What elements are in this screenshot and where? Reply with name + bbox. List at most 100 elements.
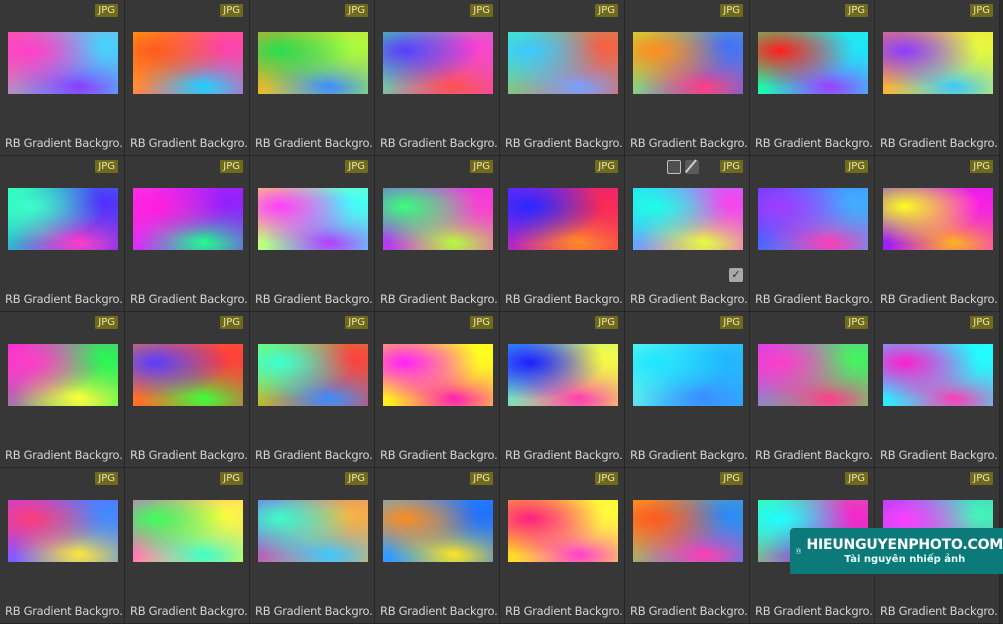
thumbnail-item[interactable]: JPGRB Gradient Backgro... bbox=[125, 156, 250, 312]
thumbnail-image[interactable] bbox=[633, 188, 743, 250]
thumbnail-item[interactable]: JPGRB Gradient Backgro... bbox=[0, 0, 125, 156]
file-type-badge: JPG bbox=[970, 4, 993, 17]
thumbnail-item[interactable]: JPGRB Gradient Backgro... bbox=[250, 156, 375, 312]
file-type-badge: JPG bbox=[470, 160, 493, 173]
thumbnail-item[interactable]: JPG RB Gradient Backgro... bbox=[500, 468, 625, 624]
file-type-badge: JPG bbox=[720, 4, 743, 17]
thumbnail-image[interactable] bbox=[258, 344, 368, 406]
watermark-subtitle: Tài nguyên nhiếp ảnh bbox=[807, 554, 1003, 565]
thumbnail-item[interactable]: JPGRB Gradient Backgro... bbox=[625, 0, 750, 156]
thumbnail-image[interactable] bbox=[258, 188, 368, 250]
thumbnail-image[interactable] bbox=[383, 344, 493, 406]
file-type-badge: JPG bbox=[95, 160, 118, 173]
thumbnail-image[interactable] bbox=[258, 32, 368, 94]
thumbnail-item[interactable]: JPG RB Gradient Backgro... bbox=[625, 312, 750, 468]
thumbnail-label: RB Gradient Backgro... bbox=[5, 448, 123, 462]
thumbnail-image[interactable] bbox=[133, 188, 243, 250]
file-type-badge: JPG bbox=[595, 472, 618, 485]
thumbnail-item[interactable]: JPGRB Gradient Backgro... bbox=[125, 312, 250, 468]
thumbnail-label: RB Gradient Backgro... bbox=[5, 136, 123, 150]
file-type-badge: JPG bbox=[345, 4, 368, 17]
thumbnail-item[interactable]: JPG RB Gradient Backgro... bbox=[0, 312, 125, 468]
thumbnail-grid: JPGRB Gradient Backgro...JPGRB Gradient … bbox=[0, 0, 1003, 574]
thumbnail-label: RB Gradient Backgro... bbox=[380, 604, 498, 618]
thumbnail-item[interactable]: JPGRB Gradient Backgro... bbox=[875, 156, 1000, 312]
file-type-badge: JPG bbox=[845, 160, 868, 173]
file-type-badge: JPG bbox=[95, 316, 118, 329]
thumbnail-item[interactable]: JPGRB Gradient Backgro... bbox=[750, 312, 875, 468]
file-type-badge: JPG bbox=[470, 316, 493, 329]
thumbnail-image[interactable] bbox=[633, 344, 743, 406]
thumbnail-item[interactable]: JPGRB Gradient Backgro... bbox=[500, 312, 625, 468]
thumbnail-image[interactable] bbox=[133, 344, 243, 406]
thumbnail-image[interactable] bbox=[133, 32, 243, 94]
thumbnail-item[interactable]: JPGRB Gradient Backgro...✓ bbox=[625, 156, 750, 312]
watermark: HIEUNGUYENPHOTO.COM Tài nguyên nhiếp ảnh bbox=[790, 528, 1003, 574]
thumbnail-image[interactable] bbox=[8, 344, 118, 406]
thumbnail-item[interactable]: JPGRB Gradient Backgro... bbox=[0, 468, 125, 624]
thumbnail-item[interactable]: JPGRB Gradient Backgro... bbox=[250, 312, 375, 468]
thumbnail-label: RB Gradient Backgro... bbox=[630, 448, 748, 462]
file-type-badge: JPG bbox=[220, 4, 243, 17]
thumbnail-item[interactable]: JPGRB Gradient Backgro... bbox=[250, 0, 375, 156]
thumbnail-item[interactable]: JPGRB Gradient Backgro... bbox=[875, 0, 1000, 156]
thumbnail-image[interactable] bbox=[383, 188, 493, 250]
thumbnail-image[interactable] bbox=[633, 32, 743, 94]
thumbnail-image[interactable] bbox=[508, 32, 618, 94]
checkmark-icon[interactable]: ✓ bbox=[729, 268, 743, 282]
thumbnail-image[interactable] bbox=[883, 344, 993, 406]
thumbnail-image[interactable] bbox=[8, 32, 118, 94]
thumbnail-item[interactable]: JPGRB Gradient Backgro... bbox=[875, 312, 1000, 468]
thumbnail-item[interactable]: JPGRB Gradient Backgro... bbox=[750, 0, 875, 156]
thumbnail-image[interactable] bbox=[383, 32, 493, 94]
thumbnail-image[interactable] bbox=[758, 188, 868, 250]
thumbnail-image[interactable] bbox=[383, 500, 493, 562]
brand-logo-icon bbox=[796, 534, 801, 568]
thumbnail-item[interactable]: JPG RB Gradient Backgro... bbox=[375, 0, 500, 156]
hover-controls bbox=[667, 160, 699, 174]
file-type-badge: JPG bbox=[220, 472, 243, 485]
thumbnail-image[interactable] bbox=[633, 500, 743, 562]
file-type-badge: JPG bbox=[845, 316, 868, 329]
thumbnail-label: RB Gradient Backgro... bbox=[880, 604, 998, 618]
thumbnail-image[interactable] bbox=[8, 188, 118, 250]
file-type-badge: JPG bbox=[595, 316, 618, 329]
thumbnail-image[interactable] bbox=[758, 344, 868, 406]
thumbnail-label: RB Gradient Backgro... bbox=[130, 292, 248, 306]
thumbnail-image[interactable] bbox=[508, 188, 618, 250]
file-type-badge: JPG bbox=[720, 160, 743, 173]
thumbnail-label: RB Gradient Backgro... bbox=[755, 604, 873, 618]
thumbnail-item[interactable]: JPGRB Gradient Backgro... bbox=[500, 0, 625, 156]
thumbnail-item[interactable]: JPG RB Gradient Backgro... bbox=[250, 468, 375, 624]
thumbnail-item[interactable]: JPGRB Gradient Backgro... bbox=[375, 156, 500, 312]
thumbnail-label: RB Gradient Backgro... bbox=[130, 136, 248, 150]
thumbnail-label: RB Gradient Backgro... bbox=[380, 136, 498, 150]
thumbnail-item[interactable]: JPGRB Gradient Backgro... bbox=[750, 156, 875, 312]
thumbnail-image[interactable] bbox=[508, 500, 618, 562]
thumbnail-image[interactable] bbox=[883, 188, 993, 250]
thumbnail-item[interactable]: JPGRB Gradient Backgro... bbox=[375, 468, 500, 624]
reject-slash-icon[interactable] bbox=[685, 160, 699, 174]
file-type-badge: JPG bbox=[95, 472, 118, 485]
file-type-badge: JPG bbox=[220, 316, 243, 329]
file-type-badge: JPG bbox=[595, 4, 618, 17]
thumbnail-item[interactable]: JPGRB Gradient Backgro... bbox=[500, 156, 625, 312]
watermark-title: HIEUNGUYENPHOTO.COM bbox=[807, 537, 1003, 553]
thumbnail-item[interactable]: JPGRB Gradient Backgro... bbox=[375, 312, 500, 468]
file-type-badge: JPG bbox=[345, 472, 368, 485]
thumbnail-image[interactable] bbox=[133, 500, 243, 562]
thumbnail-image[interactable] bbox=[8, 500, 118, 562]
thumbnail-label: RB Gradient Backgro... bbox=[505, 604, 623, 618]
thumbnail-image[interactable] bbox=[883, 32, 993, 94]
square-icon[interactable] bbox=[667, 160, 681, 174]
thumbnail-item[interactable]: JPGRB Gradient Backgro... bbox=[125, 468, 250, 624]
thumbnail-image[interactable] bbox=[758, 32, 868, 94]
thumbnail-label: RB Gradient Backgro... bbox=[255, 604, 373, 618]
thumbnail-image[interactable] bbox=[258, 500, 368, 562]
thumbnail-item[interactable]: JPGRB Gradient Backgro... bbox=[0, 156, 125, 312]
thumbnail-item[interactable]: JPGRB Gradient Backgro... bbox=[625, 468, 750, 624]
file-type-badge: JPG bbox=[720, 316, 743, 329]
thumbnail-item[interactable]: JPG RB Gradient Backgro... bbox=[125, 0, 250, 156]
thumbnail-image[interactable] bbox=[508, 344, 618, 406]
file-type-badge: JPG bbox=[470, 4, 493, 17]
